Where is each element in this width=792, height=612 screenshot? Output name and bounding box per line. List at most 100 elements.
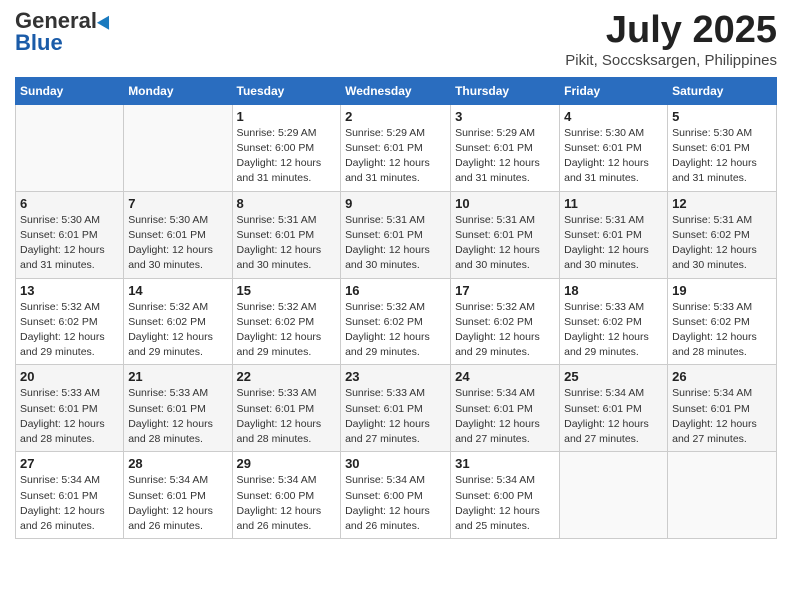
day-number: 17 xyxy=(455,283,555,298)
calendar-cell: 7Sunrise: 5:30 AM Sunset: 6:01 PM Daylig… xyxy=(124,191,232,278)
calendar-body: 1 Sunrise: 5:29 AM Sunset: 6:00 PM Daylig… xyxy=(16,104,777,538)
calendar-cell: 19 Sunrise: 5:33 AM Sunset: 6:02 PM Dayli… xyxy=(668,278,777,365)
calendar-cell: 26Sunrise: 5:34 AM Sunset: 6:01 PM Dayli… xyxy=(668,365,777,452)
calendar-cell: 15Sunrise: 5:32 AM Sunset: 6:02 PM Dayli… xyxy=(232,278,341,365)
day-number: 1 xyxy=(237,109,337,124)
calendar-cell: 2 Sunrise: 5:29 AM Sunset: 6:01 PM Daylig… xyxy=(341,104,451,191)
day-detail: Sunrise: 5:31 AM Sunset: 6:01 PM Dayligh… xyxy=(455,213,555,274)
calendar-cell: 28 Sunrise: 5:34 AM Sunset: 6:01 PM Dayli… xyxy=(124,452,232,539)
calendar-cell: 11Sunrise: 5:31 AM Sunset: 6:01 PM Dayli… xyxy=(560,191,668,278)
day-number: 19 xyxy=(672,283,772,298)
calendar-cell xyxy=(668,452,777,539)
calendar-cell: 4 Sunrise: 5:30 AM Sunset: 6:01 PM Daylig… xyxy=(560,104,668,191)
day-number: 20 xyxy=(20,369,119,384)
calendar-cell: 20 Sunrise: 5:33 AM Sunset: 6:01 PM Dayli… xyxy=(16,365,124,452)
month-title: July 2025 xyxy=(565,10,777,52)
calendar-cell: 29Sunrise: 5:34 AM Sunset: 6:00 PM Dayli… xyxy=(232,452,341,539)
calendar-cell: 30 Sunrise: 5:34 AM Sunset: 6:00 PM Dayli… xyxy=(341,452,451,539)
calendar-cell: 14 Sunrise: 5:32 AM Sunset: 6:02 PM Dayli… xyxy=(124,278,232,365)
day-detail: Sunrise: 5:34 AM Sunset: 6:01 PM Dayligh… xyxy=(128,473,227,534)
day-detail: Sunrise: 5:32 AM Sunset: 6:02 PM Dayligh… xyxy=(128,300,227,361)
day-of-week-header: Tuesday xyxy=(232,77,341,104)
day-detail: Sunrise: 5:34 AM Sunset: 6:01 PM Dayligh… xyxy=(672,386,772,447)
day-number: 10 xyxy=(455,196,555,211)
location-title: Pikit, Soccsksargen, Philippines xyxy=(565,52,777,69)
day-of-week-header: Monday xyxy=(124,77,232,104)
calendar-cell: 3 Sunrise: 5:29 AM Sunset: 6:01 PM Daylig… xyxy=(451,104,560,191)
calendar-header: SundayMondayTuesdayWednesdayThursdayFrid… xyxy=(16,77,777,104)
calendar-cell: 17 Sunrise: 5:32 AM Sunset: 6:02 PM Dayli… xyxy=(451,278,560,365)
day-detail: Sunrise: 5:29 AM Sunset: 6:01 PM Dayligh… xyxy=(345,126,446,187)
day-number: 29 xyxy=(237,456,337,471)
calendar-table: SundayMondayTuesdayWednesdayThursdayFrid… xyxy=(15,77,777,539)
day-number: 18 xyxy=(564,283,663,298)
day-detail: Sunrise: 5:29 AM Sunset: 6:01 PM Dayligh… xyxy=(455,126,555,187)
calendar-week-row: 6 Sunrise: 5:30 AM Sunset: 6:01 PM Daylig… xyxy=(16,191,777,278)
calendar-week-row: 20 Sunrise: 5:33 AM Sunset: 6:01 PM Dayli… xyxy=(16,365,777,452)
calendar-cell: 10 Sunrise: 5:31 AM Sunset: 6:01 PM Dayli… xyxy=(451,191,560,278)
day-number: 6 xyxy=(20,196,119,211)
day-detail: Sunrise: 5:34 AM Sunset: 6:01 PM Dayligh… xyxy=(564,386,663,447)
day-detail: Sunrise: 5:31 AM Sunset: 6:02 PM Dayligh… xyxy=(672,213,772,274)
calendar-cell: 23Sunrise: 5:33 AM Sunset: 6:01 PM Dayli… xyxy=(341,365,451,452)
day-number: 2 xyxy=(345,109,446,124)
day-number: 9 xyxy=(345,196,446,211)
day-number: 4 xyxy=(564,109,663,124)
day-detail: Sunrise: 5:32 AM Sunset: 6:02 PM Dayligh… xyxy=(237,300,337,361)
calendar-cell xyxy=(16,104,124,191)
day-detail: Sunrise: 5:33 AM Sunset: 6:01 PM Dayligh… xyxy=(20,386,119,447)
calendar-week-row: 13 Sunrise: 5:32 AM Sunset: 6:02 PM Dayli… xyxy=(16,278,777,365)
calendar-cell: 25 Sunrise: 5:34 AM Sunset: 6:01 PM Dayli… xyxy=(560,365,668,452)
day-detail: Sunrise: 5:30 AM Sunset: 6:01 PM Dayligh… xyxy=(20,213,119,274)
day-detail: Sunrise: 5:31 AM Sunset: 6:01 PM Dayligh… xyxy=(345,213,446,274)
day-detail: Sunrise: 5:32 AM Sunset: 6:02 PM Dayligh… xyxy=(455,300,555,361)
calendar-week-row: 1 Sunrise: 5:29 AM Sunset: 6:00 PM Daylig… xyxy=(16,104,777,191)
day-detail: Sunrise: 5:31 AM Sunset: 6:01 PM Dayligh… xyxy=(237,213,337,274)
day-detail: Sunrise: 5:33 AM Sunset: 6:02 PM Dayligh… xyxy=(564,300,663,361)
day-detail: Sunrise: 5:33 AM Sunset: 6:01 PM Dayligh… xyxy=(237,386,337,447)
day-number: 5 xyxy=(672,109,772,124)
day-detail: Sunrise: 5:33 AM Sunset: 6:02 PM Dayligh… xyxy=(672,300,772,361)
day-number: 14 xyxy=(128,283,227,298)
calendar-cell: 1 Sunrise: 5:29 AM Sunset: 6:00 PM Daylig… xyxy=(232,104,341,191)
day-of-week-header: Thursday xyxy=(451,77,560,104)
day-detail: Sunrise: 5:34 AM Sunset: 6:01 PM Dayligh… xyxy=(20,473,119,534)
day-number: 30 xyxy=(345,456,446,471)
day-detail: Sunrise: 5:34 AM Sunset: 6:00 PM Dayligh… xyxy=(345,473,446,534)
logo: General Blue xyxy=(15,10,113,54)
day-detail: Sunrise: 5:32 AM Sunset: 6:02 PM Dayligh… xyxy=(20,300,119,361)
day-number: 3 xyxy=(455,109,555,124)
day-number: 11 xyxy=(564,196,663,211)
calendar-week-row: 27 Sunrise: 5:34 AM Sunset: 6:01 PM Dayli… xyxy=(16,452,777,539)
day-number: 13 xyxy=(20,283,119,298)
day-detail: Sunrise: 5:30 AM Sunset: 6:01 PM Dayligh… xyxy=(564,126,663,187)
logo-blue-text: Blue xyxy=(15,32,63,54)
calendar-cell: 22 Sunrise: 5:33 AM Sunset: 6:01 PM Dayli… xyxy=(232,365,341,452)
calendar-cell: 12 Sunrise: 5:31 AM Sunset: 6:02 PM Dayli… xyxy=(668,191,777,278)
day-detail: Sunrise: 5:33 AM Sunset: 6:01 PM Dayligh… xyxy=(128,386,227,447)
day-number: 25 xyxy=(564,369,663,384)
day-number: 28 xyxy=(128,456,227,471)
day-number: 12 xyxy=(672,196,772,211)
day-of-week-header: Wednesday xyxy=(341,77,451,104)
day-detail: Sunrise: 5:34 AM Sunset: 6:00 PM Dayligh… xyxy=(455,473,555,534)
day-number: 21 xyxy=(128,369,227,384)
calendar-cell: 6 Sunrise: 5:30 AM Sunset: 6:01 PM Daylig… xyxy=(16,191,124,278)
calendar-cell: 9 Sunrise: 5:31 AM Sunset: 6:01 PM Daylig… xyxy=(341,191,451,278)
header: General Blue July 2025 Pikit, Soccsksarg… xyxy=(15,10,777,69)
day-number: 31 xyxy=(455,456,555,471)
day-number: 7 xyxy=(128,196,227,211)
day-detail: Sunrise: 5:30 AM Sunset: 6:01 PM Dayligh… xyxy=(672,126,772,187)
day-number: 27 xyxy=(20,456,119,471)
day-detail: Sunrise: 5:29 AM Sunset: 6:00 PM Dayligh… xyxy=(237,126,337,187)
calendar-cell: 8Sunrise: 5:31 AM Sunset: 6:01 PM Daylig… xyxy=(232,191,341,278)
day-number: 22 xyxy=(237,369,337,384)
header-row: SundayMondayTuesdayWednesdayThursdayFrid… xyxy=(16,77,777,104)
calendar-cell xyxy=(124,104,232,191)
day-detail: Sunrise: 5:34 AM Sunset: 6:01 PM Dayligh… xyxy=(455,386,555,447)
calendar-cell: 21 Sunrise: 5:33 AM Sunset: 6:01 PM Dayli… xyxy=(124,365,232,452)
calendar-cell: 5 Sunrise: 5:30 AM Sunset: 6:01 PM Daylig… xyxy=(668,104,777,191)
calendar-cell xyxy=(560,452,668,539)
day-of-week-header: Sunday xyxy=(16,77,124,104)
day-of-week-header: Saturday xyxy=(668,77,777,104)
